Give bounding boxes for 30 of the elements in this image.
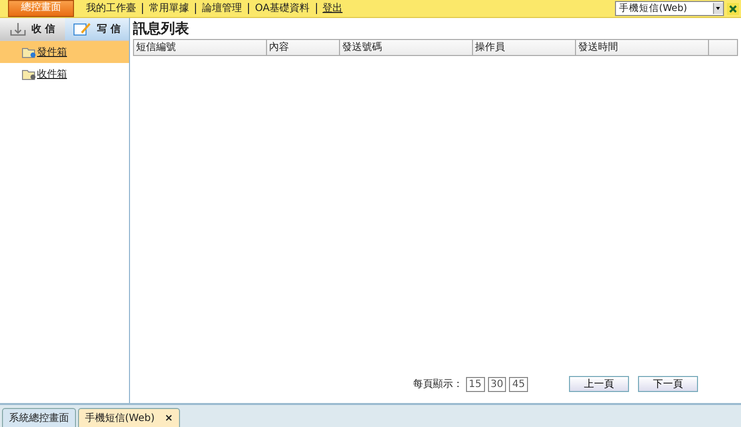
folder-item[interactable]: 發件箱	[0, 41, 129, 63]
pencil-icon	[73, 22, 91, 36]
column-header[interactable]: 操作員	[473, 40, 576, 55]
folder-icon	[22, 46, 36, 58]
sidebar-tab[interactable]: 收 信	[0, 18, 64, 40]
page-size-option[interactable]: 15	[466, 376, 485, 392]
window-tab[interactable]: 系統總控畫面	[2, 408, 76, 427]
tray-icon	[10, 22, 26, 36]
column-header[interactable]: 發送時間	[576, 40, 709, 55]
page-size-option[interactable]: 45	[509, 376, 528, 392]
menu-item[interactable]: 論壇管理	[196, 1, 248, 16]
page-button[interactable]: 下一頁	[638, 376, 698, 392]
folder-item[interactable]: 收件箱	[0, 63, 129, 85]
close-icon[interactable]: ×	[164, 412, 173, 424]
menu-item[interactable]: 常用單據	[143, 1, 195, 16]
sidebar-tab[interactable]: 写 信	[64, 18, 129, 40]
column-header[interactable]: 發送號碼	[340, 40, 473, 55]
menu-item[interactable]: 我的工作臺	[80, 1, 142, 16]
folder-icon	[22, 68, 36, 80]
page-button[interactable]: 上一頁	[569, 376, 629, 392]
column-header[interactable]: 短信編號	[134, 40, 267, 55]
list-title: 訊息列表	[133, 20, 190, 39]
module-select[interactable]: 手機短信(Web)	[615, 1, 724, 16]
menu-item[interactable]: OA基礎資料	[249, 1, 316, 16]
page-size-option[interactable]: 30	[488, 376, 506, 392]
page-size-label: 每頁顯示：	[412, 378, 463, 391]
close-icon[interactable]	[727, 2, 739, 14]
menu-item[interactable]: 登出	[316, 1, 349, 16]
column-header[interactable]: 內容	[267, 40, 340, 55]
window-tab[interactable]: 手機短信(Web) ×	[78, 408, 180, 427]
